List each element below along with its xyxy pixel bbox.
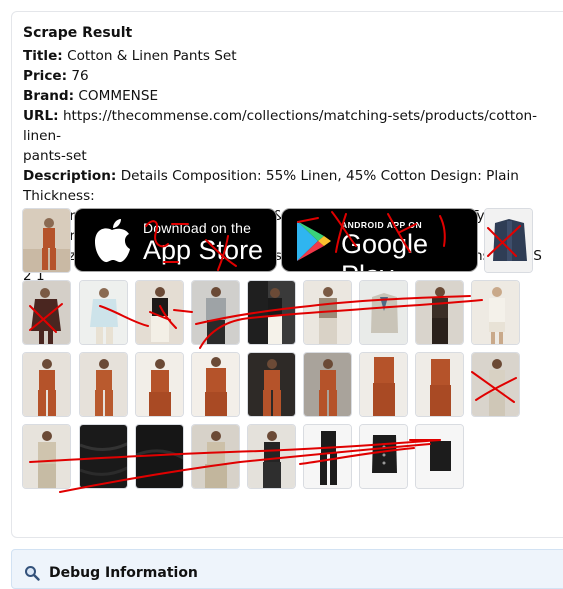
product-image-thumb[interactable] [135, 280, 184, 345]
product-image-thumb[interactable] [303, 352, 352, 417]
product-image-thumb[interactable] [191, 280, 240, 345]
product-image-thumb[interactable] [303, 280, 352, 345]
product-image-thumb[interactable] [79, 280, 128, 345]
google-play-badge[interactable]: ANDROID APP ON Google Play [281, 208, 478, 272]
product-image-thumb[interactable] [247, 352, 296, 417]
product-image-thumb[interactable] [415, 280, 464, 345]
scrape-result-heading: Scrape Result [23, 25, 133, 41]
product-image-thumb[interactable] [484, 208, 533, 273]
url-value-line-2: pants-set [23, 148, 87, 164]
debug-information-panel[interactable]: Debug Information [11, 549, 563, 589]
app-store-small-text: Download on the [143, 220, 252, 236]
product-image-thumb[interactable] [415, 352, 464, 417]
title-value: Cotton & Linen Pants Set [67, 48, 237, 64]
product-image-thumb[interactable] [415, 424, 464, 489]
app-store-badge[interactable]: Download on the App Store [74, 208, 277, 272]
product-image-thumb[interactable] [135, 352, 184, 417]
google-play-icon [297, 221, 331, 261]
product-image-thumb[interactable] [471, 280, 520, 345]
url-field: URL: https://thecommense.com/collections… [23, 108, 538, 164]
debug-information-title: Debug Information [49, 565, 198, 581]
google-play-big-text: Google Play [341, 229, 429, 271]
app-store-big-text: App Store [143, 235, 264, 265]
product-image-thumb[interactable] [191, 352, 240, 417]
product-image-thumb[interactable] [79, 352, 128, 417]
brand-value: COMMENSE [78, 88, 159, 104]
title-field: Title: Cotton & Linen Pants Set [23, 48, 237, 64]
product-image-thumb[interactable] [79, 424, 128, 489]
product-image-thumb[interactable] [359, 280, 408, 345]
product-image-thumb[interactable] [135, 424, 184, 489]
product-image-thumb[interactable] [22, 424, 71, 489]
product-image-thumb[interactable] [471, 352, 520, 417]
product-image-thumb[interactable] [303, 424, 352, 489]
product-image-thumb[interactable] [22, 280, 71, 345]
apple-icon [95, 219, 130, 263]
product-image-thumb[interactable] [359, 424, 408, 489]
brand-field: Brand: COMMENSE [23, 88, 159, 104]
product-image-thumb[interactable] [191, 424, 240, 489]
product-image-thumb[interactable] [247, 280, 296, 345]
url-value-line-1: https://thecommense.com/collections/matc… [23, 108, 538, 144]
price-value: 76 [71, 68, 89, 84]
product-image-thumb[interactable] [247, 424, 296, 489]
product-image-thumb[interactable] [22, 208, 71, 273]
product-image-thumb[interactable] [359, 352, 408, 417]
price-field: Price: 76 [23, 68, 89, 84]
magnifier-icon [25, 566, 40, 581]
product-image-thumb[interactable] [22, 352, 71, 417]
